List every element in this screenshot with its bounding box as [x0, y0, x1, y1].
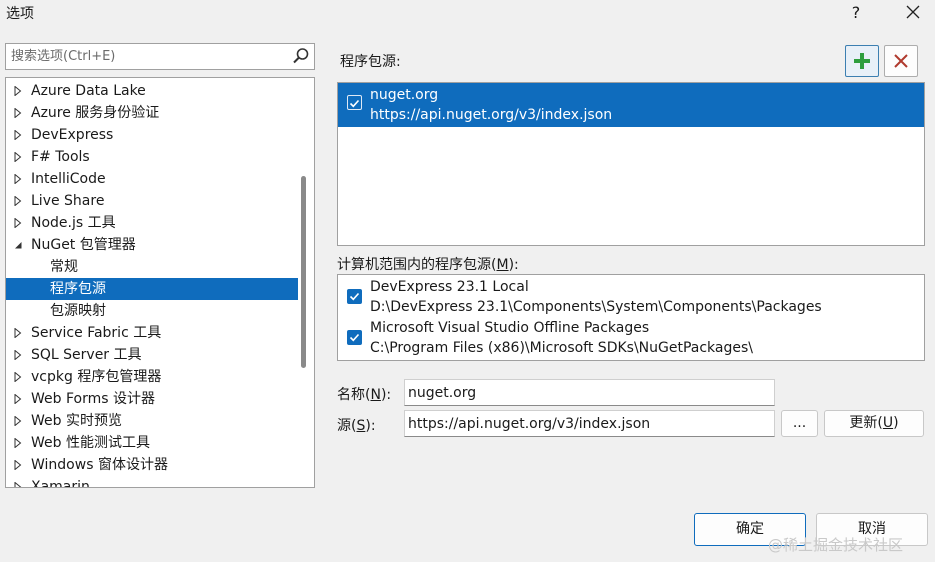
tree-item[interactable]: 程序包源 — [6, 278, 298, 300]
tree-item-label: SQL Server 工具 — [31, 347, 142, 363]
tree-item-label: Xamarin — [31, 479, 90, 488]
machine-source-path: D:\DevExpress 23.1\Components\System\Com… — [370, 299, 822, 315]
tree-item[interactable]: Node.js 工具 — [6, 212, 298, 234]
expand-arrow-icon[interactable] — [13, 410, 23, 432]
search-box — [5, 43, 315, 70]
tree-item[interactable]: Web 实时预览 — [6, 410, 298, 432]
tree-item-label: F# Tools — [31, 149, 90, 165]
tree-item-label: Web 实时预览 — [31, 413, 122, 429]
expand-arrow-icon[interactable] — [13, 146, 23, 168]
expand-arrow-icon[interactable] — [13, 124, 23, 146]
options-tree: Azure Data Lake Azure 服务身份验证 DevExpress F# … — [5, 77, 315, 488]
tree-item[interactable]: IntelliCode — [6, 168, 298, 190]
watermark: @稀土掘金技术社区 — [768, 536, 904, 554]
tree-item[interactable]: Service Fabric 工具 — [6, 322, 298, 344]
add-source-button[interactable] — [845, 45, 879, 77]
machine-source-name: DevExpress 23.1 Local — [370, 279, 529, 295]
expand-arrow-icon[interactable] — [13, 80, 23, 102]
machine-source-checkbox[interactable] — [347, 289, 362, 304]
tree-item-label: Service Fabric 工具 — [31, 325, 162, 341]
source-label: 源(S): — [337, 418, 376, 434]
tree-item-label: Web Forms 设计器 — [31, 391, 155, 407]
name-field[interactable] — [404, 379, 775, 406]
tree-item-label: Node.js 工具 — [31, 215, 116, 231]
machine-source-path: C:\Program Files (x86)\Microsoft SDKs\Nu… — [370, 340, 753, 356]
checkmark-icon — [349, 333, 360, 342]
tree-item[interactable]: SQL Server 工具 — [6, 344, 298, 366]
tree-item[interactable]: Web Forms 设计器 — [6, 388, 298, 410]
tree-item[interactable]: Windows 窗体设计器 — [6, 454, 298, 476]
package-sources-label: 程序包源: — [340, 54, 401, 70]
update-button[interactable]: 更新(U) — [824, 410, 924, 437]
expand-arrow-icon[interactable] — [13, 190, 23, 212]
tree-item[interactable]: Azure Data Lake — [6, 80, 298, 102]
machine-source-item[interactable]: Microsoft Visual Studio Offline Packages… — [338, 318, 924, 360]
source-url-field[interactable] — [404, 410, 775, 437]
expand-arrow-icon[interactable] — [13, 168, 23, 190]
tree-item[interactable]: 常规 — [6, 256, 298, 278]
collapse-arrow-icon[interactable] — [13, 234, 23, 256]
machine-source-checkbox[interactable] — [347, 330, 362, 345]
window-title: 选项 — [6, 6, 34, 22]
tree-item[interactable]: Xamarin — [6, 476, 298, 488]
close-button[interactable] — [900, 0, 926, 26]
tree-item-label: Azure 服务身份验证 — [31, 105, 160, 121]
tree-item[interactable]: Azure 服务身份验证 — [6, 102, 298, 124]
expand-arrow-icon[interactable] — [13, 432, 23, 454]
expand-arrow-icon[interactable] — [13, 322, 23, 344]
tree-item-label: 包源映射 — [50, 303, 106, 319]
help-button[interactable]: ? — [845, 0, 867, 26]
tree-scrollbar[interactable] — [298, 78, 314, 487]
expand-arrow-icon[interactable] — [13, 344, 23, 366]
checkmark-icon — [349, 292, 360, 301]
search-input[interactable] — [6, 44, 288, 69]
machine-source-name: Microsoft Visual Studio Offline Packages — [370, 320, 650, 336]
plus-icon — [854, 53, 870, 69]
tree-item[interactable]: Live Share — [6, 190, 298, 212]
tree-item-label: 常规 — [50, 259, 78, 275]
tree-item-label: Azure Data Lake — [31, 83, 146, 99]
tree-item[interactable]: NuGet 包管理器 — [6, 234, 298, 256]
tree-scrollbar-thumb[interactable] — [301, 176, 306, 368]
checkmark-icon — [349, 99, 360, 108]
name-label: 名称(N): — [337, 387, 392, 403]
machine-sources-label: 计算机范围内的程序包源(M): — [337, 257, 519, 273]
package-source-url: https://api.nuget.org/v3/index.json — [370, 107, 613, 123]
remove-source-button[interactable] — [884, 45, 918, 77]
expand-arrow-icon[interactable] — [13, 476, 23, 487]
tree-item-label: Live Share — [31, 193, 105, 209]
package-source-name: nuget.org — [370, 87, 439, 103]
tree-item-label: NuGet 包管理器 — [31, 237, 136, 253]
tree-item-label: IntelliCode — [31, 171, 106, 187]
tree-item[interactable]: vcpkg 程序包管理器 — [6, 366, 298, 388]
expand-arrow-icon[interactable] — [13, 388, 23, 410]
tree-item[interactable]: DevExpress — [6, 124, 298, 146]
tree-item[interactable]: Web 性能测试工具 — [6, 432, 298, 454]
search-icon[interactable] — [292, 47, 310, 69]
tree-item-label: DevExpress — [31, 127, 114, 143]
expand-arrow-icon[interactable] — [13, 454, 23, 476]
browse-button[interactable]: ... — [781, 410, 818, 437]
package-source-checkbox[interactable] — [347, 95, 362, 110]
expand-arrow-icon[interactable] — [13, 102, 23, 124]
machine-sources-list: DevExpress 23.1 Local D:\DevExpress 23.1… — [337, 274, 925, 361]
expand-arrow-icon[interactable] — [13, 366, 23, 388]
tree-item-label: 程序包源 — [50, 281, 106, 297]
tree-item-label: Windows 窗体设计器 — [31, 457, 168, 473]
tree-item-label: Web 性能测试工具 — [31, 435, 150, 451]
tree-item[interactable]: 包源映射 — [6, 300, 298, 322]
machine-source-item[interactable]: DevExpress 23.1 Local D:\DevExpress 23.1… — [338, 277, 924, 319]
tree-item-label: vcpkg 程序包管理器 — [31, 369, 162, 385]
expand-arrow-icon[interactable] — [13, 212, 23, 234]
close-icon — [906, 5, 920, 19]
remove-icon — [894, 54, 908, 68]
tree-item[interactable]: F# Tools — [6, 146, 298, 168]
package-sources-list: nuget.org https://api.nuget.org/v3/index… — [337, 82, 925, 246]
package-source-item[interactable]: nuget.org https://api.nuget.org/v3/index… — [338, 83, 924, 127]
